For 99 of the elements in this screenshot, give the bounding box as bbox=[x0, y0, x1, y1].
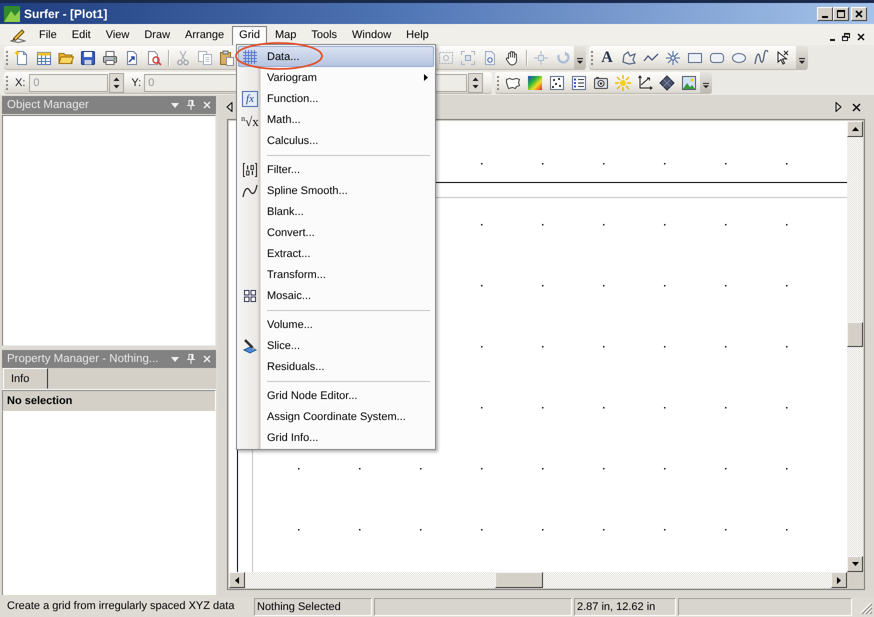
resize-grip-icon[interactable] bbox=[858, 600, 874, 616]
right-arrow-icon[interactable] bbox=[835, 102, 842, 112]
right-arrow-icon bbox=[837, 576, 841, 584]
menu-item[interactable]: Mosaic... bbox=[238, 285, 434, 306]
spinner-icon[interactable] bbox=[109, 72, 124, 92]
axis-arrows-icon[interactable] bbox=[637, 74, 653, 90]
pin-icon[interactable] bbox=[187, 100, 195, 110]
menu-item[interactable]: Convert... bbox=[238, 222, 434, 243]
landscape-picture-icon[interactable] bbox=[681, 74, 697, 90]
chevron-icon[interactable] bbox=[796, 46, 808, 69]
menu-item[interactable]: Grid Node Editor... bbox=[238, 385, 434, 406]
menu-item[interactable]: fx Function... bbox=[238, 88, 434, 109]
down-arrow-icon bbox=[852, 562, 858, 566]
blade-icon bbox=[242, 338, 258, 354]
printer-icon[interactable] bbox=[102, 50, 118, 66]
menu-item[interactable]: Edit bbox=[64, 26, 98, 45]
color-gradient-icon[interactable] bbox=[527, 74, 543, 90]
menu-item[interactable]: Variogram bbox=[238, 67, 434, 88]
function-icon: fx bbox=[242, 90, 258, 106]
property-header: No selection bbox=[2, 390, 216, 411]
status-message: Create a grid from irregularly spaced XYZ data bbox=[6, 599, 236, 614]
scrollbar-thumb[interactable] bbox=[847, 322, 863, 347]
menu-item[interactable]: File bbox=[32, 26, 64, 45]
hand-icon[interactable] bbox=[504, 50, 520, 66]
page-magnifier-icon[interactable] bbox=[482, 50, 498, 66]
pin-icon[interactable] bbox=[187, 354, 195, 364]
matrix-icon bbox=[242, 162, 258, 178]
maximize-icon bbox=[837, 10, 845, 18]
grid-icon bbox=[242, 48, 258, 64]
new-document-icon[interactable] bbox=[14, 50, 30, 66]
scroll-down-button[interactable] bbox=[847, 556, 863, 572]
maximize-button[interactable] bbox=[833, 6, 849, 20]
camera-icon[interactable] bbox=[593, 74, 609, 90]
cursor-position: 2.87 in, 12.62 in bbox=[574, 598, 676, 616]
chevron-icon[interactable] bbox=[700, 72, 712, 93]
close-icon bbox=[855, 10, 863, 18]
field-label: Y: bbox=[131, 76, 142, 88]
scroll-left-button[interactable] bbox=[229, 572, 245, 588]
panel-title: Property Manager - Nothing... bbox=[7, 353, 158, 365]
root-icon: $^{n}$√x bbox=[241, 110, 259, 128]
menu-item[interactable]: Map bbox=[268, 26, 304, 45]
menu-item[interactable]: Slice... bbox=[238, 335, 434, 356]
menu-item[interactable]: Spline Smooth... bbox=[238, 180, 434, 201]
menu-item[interactable]: Tools bbox=[304, 26, 344, 45]
menu-item[interactable]: Arrange bbox=[178, 26, 232, 45]
menu-item[interactable]: Filter... bbox=[238, 159, 434, 180]
menu-item[interactable]: Transform... bbox=[238, 264, 434, 285]
diamond-icon[interactable] bbox=[659, 74, 675, 90]
dots-icon[interactable] bbox=[549, 74, 565, 90]
page-arrow-icon[interactable] bbox=[124, 50, 140, 66]
menu-item[interactable]: Window bbox=[345, 26, 398, 45]
menu-item[interactable]: Help bbox=[399, 26, 436, 45]
panel-title: Object Manager bbox=[7, 99, 89, 111]
menu-item[interactable]: Volume... bbox=[238, 314, 434, 335]
curve-icon bbox=[242, 182, 258, 198]
window-title: Surfer - [Plot1] bbox=[24, 6, 108, 20]
close-icon[interactable] bbox=[852, 102, 861, 112]
clipboard-icon[interactable] bbox=[219, 50, 235, 66]
asterisk-icon[interactable] bbox=[665, 50, 681, 66]
left-arrow-icon[interactable] bbox=[226, 102, 233, 112]
left-arrow-icon bbox=[235, 576, 239, 584]
polygon-icon[interactable] bbox=[621, 50, 637, 66]
selection-status: Nothing Selected bbox=[254, 598, 372, 616]
scroll-up-button[interactable] bbox=[847, 121, 863, 137]
app-icon bbox=[4, 6, 20, 22]
vertical-scrollbar[interactable] bbox=[847, 121, 863, 572]
minimize-button[interactable] bbox=[817, 6, 833, 20]
menu-item[interactable]: Grid Info... bbox=[238, 427, 434, 448]
pointer-icon[interactable] bbox=[775, 50, 791, 66]
dropdown-arrow-icon[interactable] bbox=[171, 102, 179, 108]
page-magnifier-icon[interactable] bbox=[146, 50, 162, 66]
curve-icon[interactable] bbox=[753, 50, 769, 66]
menu-item[interactable]: Blank... bbox=[238, 201, 434, 222]
menu-item[interactable]: $^{n}$√x Math... bbox=[238, 109, 434, 130]
close-icon[interactable] bbox=[857, 33, 865, 41]
up-arrow-icon bbox=[852, 127, 858, 131]
menu-item[interactable]: Draw bbox=[137, 26, 178, 45]
scrollbar-thumb[interactable] bbox=[495, 572, 543, 588]
scroll-right-button[interactable] bbox=[831, 572, 847, 588]
menu-item[interactable]: View bbox=[98, 26, 136, 45]
menu-item[interactable]: Extract... bbox=[238, 243, 434, 264]
menu-item[interactable]: Grid bbox=[232, 26, 267, 45]
four-squares-icon bbox=[242, 288, 258, 304]
chevron-icon[interactable] bbox=[574, 46, 586, 69]
menu-item[interactable]: Assign Coordinate System... bbox=[238, 406, 434, 427]
restore-icon[interactable] bbox=[842, 33, 850, 41]
horizontal-scrollbar[interactable] bbox=[229, 572, 847, 588]
menu-item[interactable]: Residuals... bbox=[238, 356, 434, 377]
field-label: X: bbox=[15, 76, 26, 88]
menu-item[interactable]: Calculus... bbox=[238, 130, 434, 151]
minimize-icon bbox=[822, 16, 828, 18]
tab[interactable]: Info bbox=[3, 368, 48, 389]
spinner-icon[interactable] bbox=[468, 72, 484, 92]
list-icon[interactable] bbox=[571, 74, 587, 90]
close-button[interactable] bbox=[851, 6, 867, 20]
text-tool-button[interactable]: A bbox=[599, 48, 615, 66]
pencil-icon[interactable] bbox=[10, 27, 26, 43]
dropdown-arrow-icon[interactable] bbox=[171, 356, 179, 362]
table-icon[interactable] bbox=[36, 50, 52, 66]
